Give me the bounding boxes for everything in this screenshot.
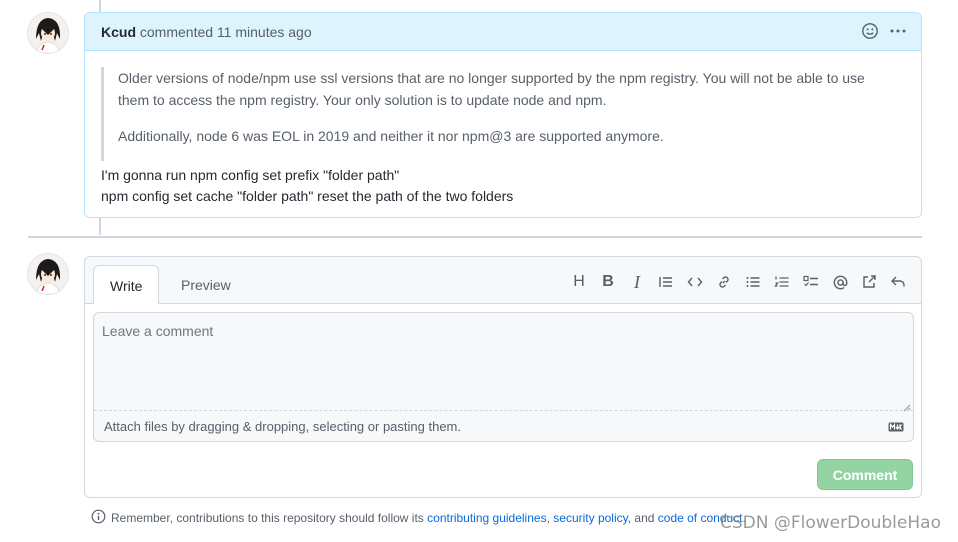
ordered-list-icon[interactable] xyxy=(773,273,791,291)
comment-author[interactable]: Kcud xyxy=(101,24,136,40)
comment-textarea[interactable] xyxy=(94,313,913,411)
timeline-divider xyxy=(28,236,922,238)
comment-submit-button[interactable]: Comment xyxy=(817,459,913,490)
mention-icon[interactable] xyxy=(831,273,849,291)
link-icon[interactable] xyxy=(715,273,733,291)
note-separator: , and xyxy=(627,511,655,525)
comment-header: Kcud commented 11 minutes ago xyxy=(85,13,921,51)
smiley-icon[interactable] xyxy=(861,22,879,40)
security-policy-link[interactable]: security policy xyxy=(553,511,627,525)
markdown-toolbar: H B I xyxy=(570,272,907,292)
note-separator: , xyxy=(546,511,550,525)
tab-write[interactable]: Write xyxy=(93,265,160,304)
comment-body-line: I'm gonna run npm config set prefix "fol… xyxy=(101,167,400,183)
comment-meta: Kcud commented 11 minutes ago xyxy=(101,24,312,40)
tab-preview[interactable]: Preview xyxy=(165,265,247,304)
info-icon xyxy=(91,509,106,527)
watermark: CSDN @FlowerDoubleHao xyxy=(720,513,941,533)
comment-box: Kcud commented 11 minutes ago Older vers… xyxy=(84,12,922,218)
unordered-list-icon[interactable] xyxy=(744,273,762,291)
contribution-note: Remember, contributions to this reposito… xyxy=(91,509,746,527)
code-icon[interactable] xyxy=(686,273,704,291)
quote-icon[interactable] xyxy=(657,273,675,291)
reference-icon[interactable] xyxy=(860,273,878,291)
comment-action: commented xyxy=(139,24,214,40)
attach-files-text: Attach files by dragging & dropping, sel… xyxy=(104,419,461,434)
comment-body-line: npm config set cache "folder path" reset… xyxy=(101,188,514,204)
bold-icon[interactable]: B xyxy=(599,273,617,291)
avatar[interactable] xyxy=(27,253,69,295)
file-attachment-bar[interactable]: Attach files by dragging & dropping, sel… xyxy=(94,410,913,441)
blockquote: Older versions of node/npm use ssl versi… xyxy=(101,67,898,161)
quote-paragraph: Older versions of node/npm use ssl versi… xyxy=(118,70,865,108)
avatar[interactable] xyxy=(27,12,69,54)
new-comment-form: Write Preview H B I Leave a comment Atta… xyxy=(84,256,922,498)
editor-header: Write Preview H B I xyxy=(85,257,921,304)
note-prefix: Remember, contributions to this reposito… xyxy=(111,511,424,525)
comment-actions xyxy=(861,22,907,40)
comment-body: I'm gonna run npm config set prefix "fol… xyxy=(101,165,513,207)
heading-icon[interactable]: H xyxy=(570,273,588,291)
task-list-icon[interactable] xyxy=(802,273,820,291)
comment-textarea-wrapper: Attach files by dragging & dropping, sel… xyxy=(93,312,914,442)
reply-icon[interactable] xyxy=(889,273,907,291)
kebab-menu-icon[interactable] xyxy=(889,22,907,40)
quote-paragraph: Additionally, node 6 was EOL in 2019 and… xyxy=(118,128,664,144)
contributing-guidelines-link[interactable]: contributing guidelines xyxy=(427,511,546,525)
comment-timestamp[interactable]: 11 minutes ago xyxy=(217,24,312,40)
italic-icon[interactable]: I xyxy=(628,272,646,292)
markdown-icon[interactable] xyxy=(888,420,904,435)
